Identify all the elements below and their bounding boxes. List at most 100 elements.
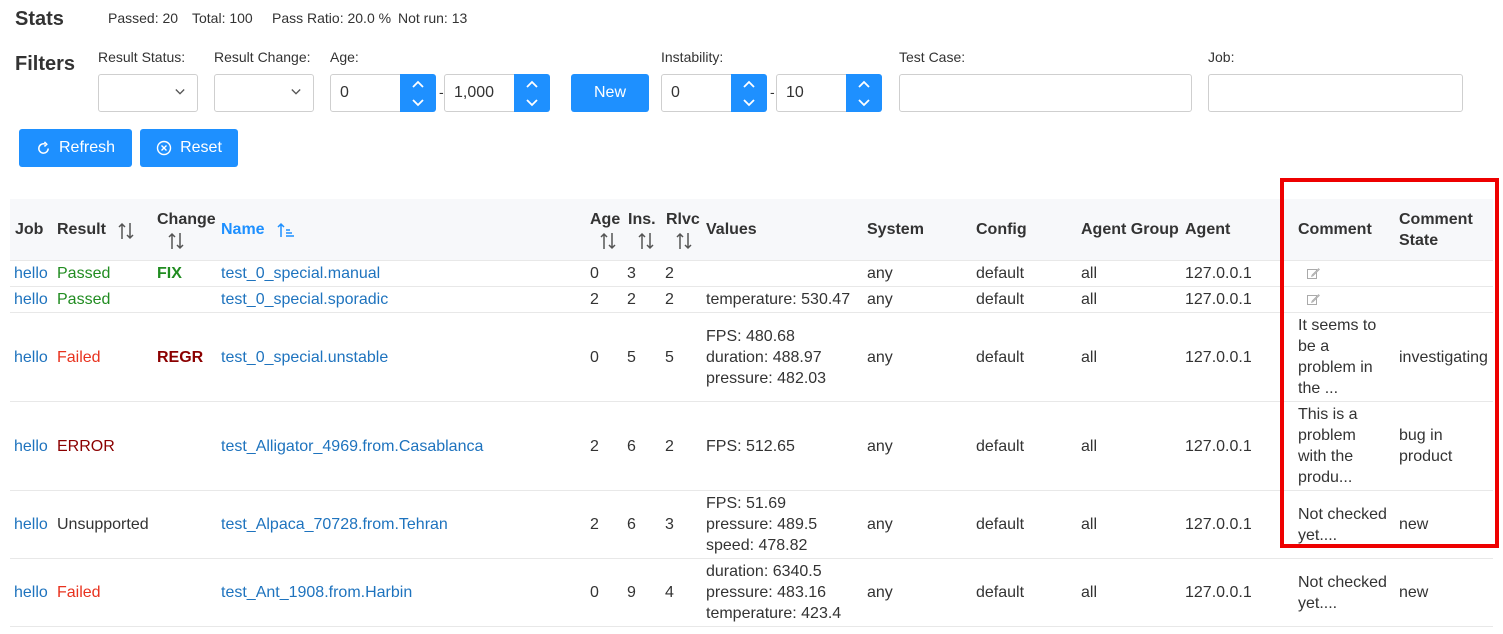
test-name-link[interactable]: test_0_special.unstable — [221, 347, 388, 368]
config-value: default — [976, 291, 1025, 308]
values-line: temperature: 423.4 — [706, 605, 842, 622]
col-result[interactable]: Result — [57, 219, 106, 240]
col-relevancy[interactable]: Rlvc — [666, 209, 700, 230]
chevron-down-icon — [175, 89, 185, 95]
chevron-up-icon — [743, 80, 755, 88]
chevron-up-icon — [412, 80, 424, 88]
sort-icon[interactable] — [117, 221, 135, 241]
chevron-down-icon — [526, 99, 538, 107]
relevancy-value: 5 — [665, 349, 674, 366]
values-line: pressure: 489.5 — [706, 516, 818, 533]
job-label: Job: — [1208, 49, 1235, 65]
values-line: FPS: 51.69 — [706, 495, 787, 512]
job-link[interactable]: hello — [14, 289, 48, 310]
job-link[interactable]: hello — [14, 347, 48, 368]
age-min-input[interactable]: 0 — [330, 74, 401, 112]
row-divider — [10, 558, 1493, 559]
age-min-stepper[interactable] — [400, 74, 436, 112]
sort-ascending-icon[interactable] — [277, 222, 295, 238]
range-separator: - — [439, 84, 444, 100]
agent-group-value: all — [1081, 291, 1098, 308]
agent-group-value: all — [1081, 438, 1098, 455]
highlight-box — [1280, 178, 1499, 548]
sort-icon[interactable] — [167, 231, 185, 251]
col-instability[interactable]: Ins. — [628, 209, 656, 230]
agent-value: 127.0.0.1 — [1185, 265, 1252, 282]
stat-not-run: Not run: 13 — [398, 10, 468, 26]
job-input[interactable] — [1208, 74, 1463, 112]
test-name-link[interactable]: test_Alligator_4969.from.Casablanca — [221, 436, 483, 457]
decrement-button[interactable] — [731, 93, 767, 112]
sort-icon[interactable] — [599, 231, 617, 251]
row-divider — [10, 490, 1493, 491]
comment-line[interactable]: yet.... — [1298, 593, 1337, 614]
increment-button[interactable] — [400, 74, 436, 93]
agent-group-value: all — [1081, 265, 1098, 282]
result-status-select[interactable] — [98, 74, 198, 112]
comment-line[interactable]: Not checked — [1298, 572, 1387, 593]
col-agent: Agent — [1185, 221, 1231, 238]
system-value: any — [867, 584, 893, 601]
change-badge: REGR — [157, 349, 204, 366]
values-line: pressure: 482.03 — [706, 370, 827, 387]
reset-button[interactable]: Reset — [140, 129, 238, 167]
test-name-link[interactable]: test_0_special.sporadic — [221, 289, 388, 310]
test-name-link[interactable]: test_Ant_1908.from.Harbin — [221, 582, 412, 603]
result-status: Failed — [57, 584, 101, 601]
age-value: 0 — [590, 584, 599, 601]
increment-button[interactable] — [514, 74, 550, 93]
agent-value: 127.0.0.1 — [1185, 291, 1252, 308]
instability-min-input[interactable]: 0 — [661, 74, 732, 112]
system-value: any — [867, 349, 893, 366]
col-age[interactable]: Age — [590, 209, 620, 230]
job-link[interactable]: hello — [14, 263, 48, 284]
job-link[interactable]: hello — [14, 582, 48, 603]
test-name-link[interactable]: test_0_special.manual — [221, 263, 380, 284]
system-value: any — [867, 291, 893, 308]
instability-value: 5 — [627, 349, 636, 366]
sort-icon[interactable] — [675, 231, 693, 251]
increment-button[interactable] — [846, 74, 882, 93]
instability-max-stepper[interactable] — [846, 74, 882, 112]
decrement-button[interactable] — [846, 93, 882, 112]
values-line: pressure: 483.16 — [706, 584, 827, 601]
instability-value: 6 — [627, 438, 636, 455]
stat-pass-ratio: Pass Ratio: 20.0 % — [272, 10, 392, 26]
job-link[interactable]: hello — [14, 436, 48, 457]
relevancy-value: 2 — [665, 438, 674, 455]
refresh-button[interactable]: Refresh — [19, 129, 132, 167]
sort-icon[interactable] — [637, 231, 655, 251]
test-case-input[interactable] — [899, 74, 1192, 112]
col-system: System — [867, 221, 924, 238]
age-value: 0 — [590, 265, 599, 282]
new-button[interactable]: New — [571, 74, 649, 112]
agent-value: 127.0.0.1 — [1185, 584, 1252, 601]
age-label: Age: — [330, 49, 359, 65]
chevron-down-icon — [743, 99, 755, 107]
test-name-link[interactable]: test_Alpaca_70728.from.Tehran — [221, 514, 448, 535]
filters-title: Filters — [15, 53, 76, 75]
system-value: any — [867, 438, 893, 455]
row-divider — [10, 312, 1493, 313]
agent-value: 127.0.0.1 — [1185, 516, 1252, 533]
stats-title: Stats — [15, 8, 64, 30]
increment-button[interactable] — [731, 74, 767, 93]
decrement-button[interactable] — [400, 93, 436, 112]
age-max-stepper[interactable] — [514, 74, 550, 112]
stat-total: Total: 100 — [192, 10, 253, 26]
instability-max-input[interactable]: 10 — [776, 74, 847, 112]
values-line: duration: 488.97 — [706, 349, 822, 366]
decrement-button[interactable] — [514, 93, 550, 112]
col-change[interactable]: Change — [157, 209, 216, 230]
age-max-input[interactable]: 1,000 — [444, 74, 515, 112]
col-name[interactable]: Name — [221, 219, 265, 240]
chevron-up-icon — [526, 80, 538, 88]
age-value: 2 — [590, 438, 599, 455]
job-link[interactable]: hello — [14, 514, 48, 535]
row-divider — [10, 626, 1493, 627]
chevron-down-icon — [858, 99, 870, 107]
relevancy-value: 2 — [665, 291, 674, 308]
result-change-select[interactable] — [214, 74, 314, 112]
instability-min-stepper[interactable] — [731, 74, 767, 112]
agent-group-value: all — [1081, 584, 1098, 601]
